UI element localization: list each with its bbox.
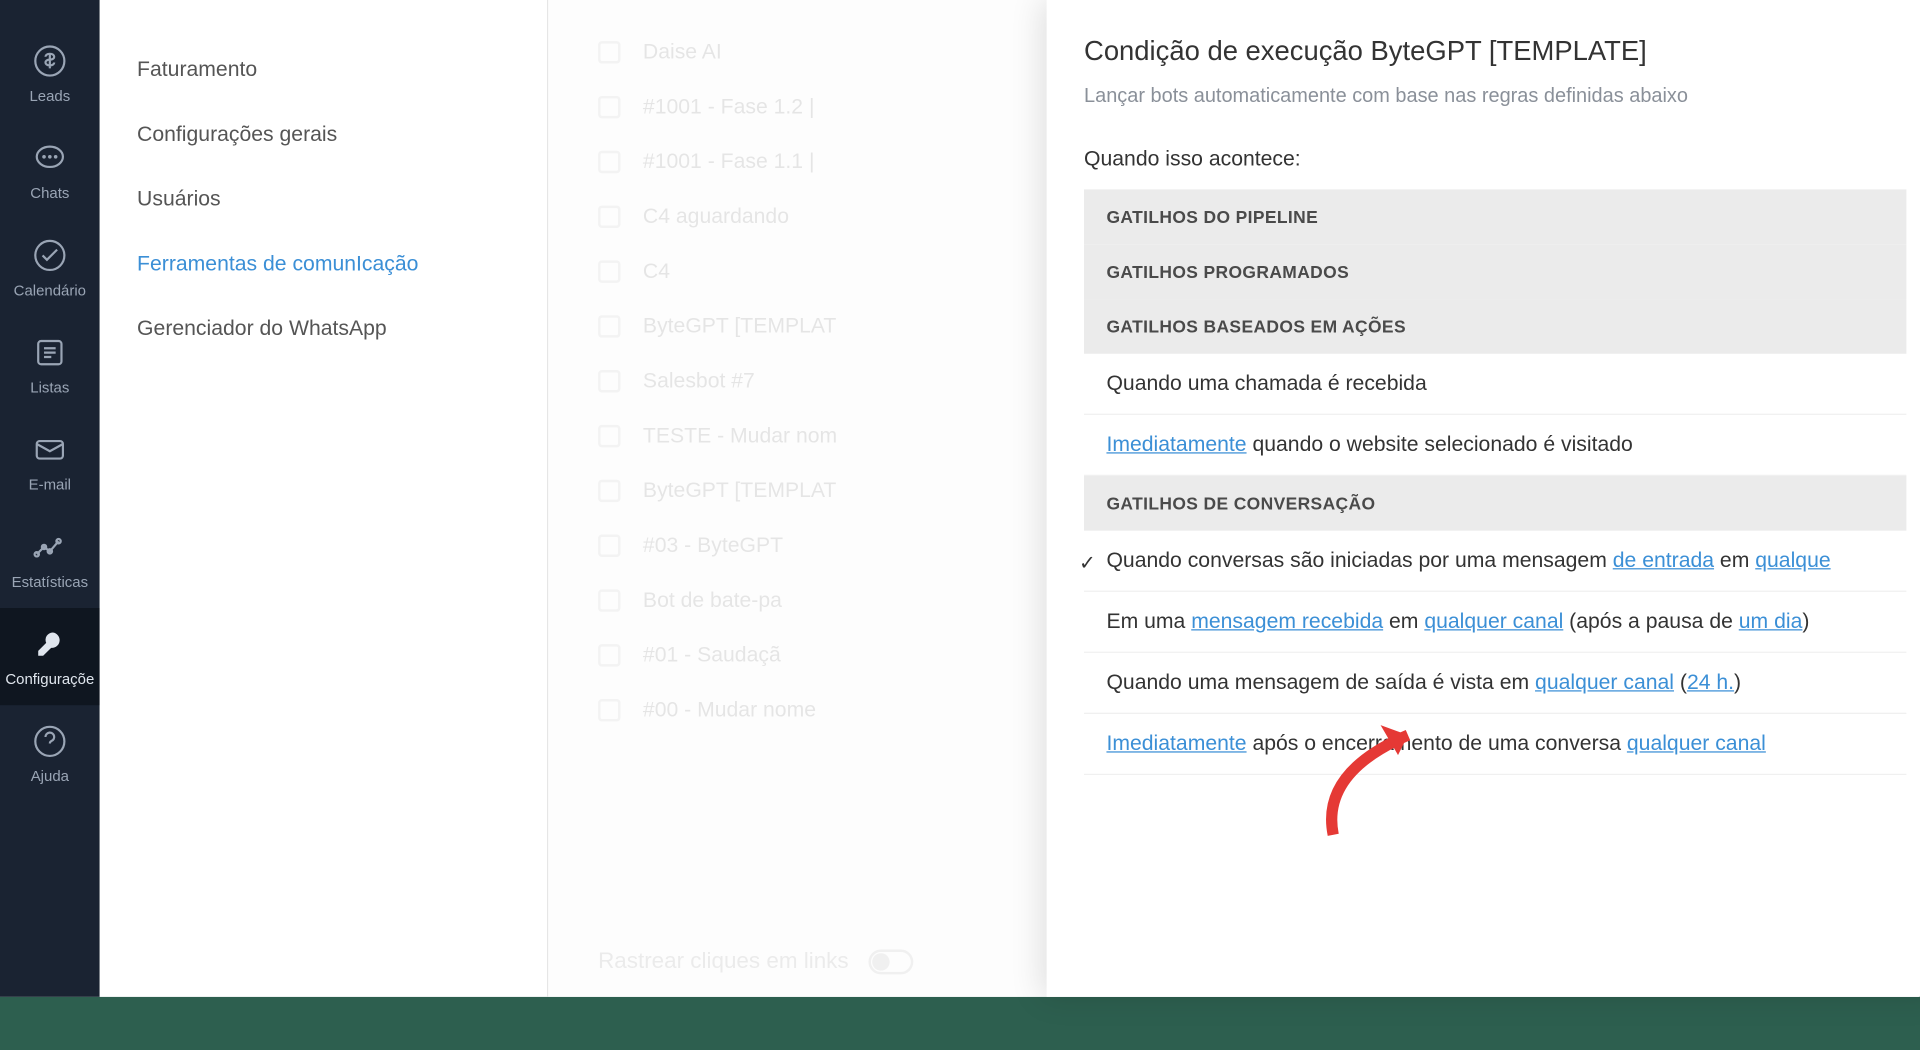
dollar-icon bbox=[31, 42, 68, 79]
settings-item-communication[interactable]: Ferramentas de comunIcação bbox=[100, 232, 547, 297]
list-icon bbox=[31, 334, 68, 371]
mail-icon bbox=[31, 431, 68, 468]
trigger-conversation-closed[interactable]: Imediatamente após o encerramento de uma… bbox=[1084, 714, 1906, 775]
settings-item-users[interactable]: Usuários bbox=[100, 167, 547, 232]
rail-label: Ajuda bbox=[31, 768, 69, 785]
rail-label: Configuraçõe bbox=[5, 670, 94, 687]
wrench-icon bbox=[31, 625, 68, 662]
rail-calendar[interactable]: Calendário bbox=[0, 219, 100, 316]
rail-chats[interactable]: Chats bbox=[0, 122, 100, 219]
main-content: Daise AI #1001 - Fase 1.2 | #1001 - Fase… bbox=[548, 0, 1919, 997]
chat-icon bbox=[31, 140, 68, 177]
link-any-channel-1[interactable]: qualque bbox=[1755, 548, 1830, 572]
trigger-message-received[interactable]: Em uma mensagem recebida em qualquer can… bbox=[1084, 592, 1906, 653]
trigger-conversation-started[interactable]: ✓ Quando conversas são iniciadas por uma… bbox=[1084, 531, 1906, 592]
rail-label: Listas bbox=[30, 379, 69, 396]
execution-condition-panel: Condição de execução ByteGPT [TEMPLATE] … bbox=[1047, 0, 1920, 997]
settings-item-whatsapp[interactable]: Gerenciador do WhatsApp bbox=[100, 297, 547, 362]
section-pipeline-triggers[interactable]: GATILHOS DO PIPELINE bbox=[1084, 189, 1906, 244]
rail-label: Estatísticas bbox=[12, 573, 88, 590]
checkmark-icon: ✓ bbox=[1079, 551, 1096, 576]
help-icon bbox=[31, 723, 68, 760]
trigger-outgoing-seen[interactable]: Quando uma mensagem de saída é vista em … bbox=[1084, 653, 1906, 714]
link-one-day[interactable]: um dia bbox=[1739, 609, 1803, 633]
rail-stats[interactable]: Estatísticas bbox=[0, 511, 100, 608]
rail-help[interactable]: Ajuda bbox=[0, 705, 100, 802]
settings-sidebar: Faturamento Configurações gerais Usuário… bbox=[100, 0, 549, 997]
stats-icon bbox=[31, 528, 68, 565]
link-message-received[interactable]: mensagem recebida bbox=[1191, 609, 1383, 633]
rail-lists[interactable]: Listas bbox=[0, 316, 100, 413]
settings-item-billing[interactable]: Faturamento bbox=[100, 37, 547, 102]
section-conversation-triggers[interactable]: GATILHOS DE CONVERSAÇÃO bbox=[1084, 476, 1906, 531]
link-immediately[interactable]: Imediatamente bbox=[1106, 432, 1246, 456]
link-incoming[interactable]: de entrada bbox=[1613, 548, 1714, 572]
trigger-website-visited[interactable]: Imediatamente quando o website seleciona… bbox=[1084, 415, 1906, 476]
section-scheduled-triggers[interactable]: GATILHOS PROGRAMADOS bbox=[1084, 244, 1906, 299]
link-any-channel-3[interactable]: qualquer canal bbox=[1535, 670, 1674, 694]
link-24h[interactable]: 24 h. bbox=[1687, 670, 1734, 694]
link-immediately-2[interactable]: Imediatamente bbox=[1106, 731, 1246, 755]
check-circle-icon bbox=[31, 237, 68, 274]
rail-leads[interactable]: Leads bbox=[0, 25, 100, 122]
rail-label: Chats bbox=[30, 184, 69, 201]
rail-label: Leads bbox=[29, 87, 70, 104]
trigger-call-received[interactable]: Quando uma chamada é recebida bbox=[1084, 354, 1906, 415]
panel-title: Condição de execução ByteGPT [TEMPLATE] bbox=[1084, 35, 1906, 67]
rail-email[interactable]: E-mail bbox=[0, 414, 100, 511]
when-label: Quando isso acontece: bbox=[1084, 147, 1906, 172]
settings-item-general[interactable]: Configurações gerais bbox=[100, 102, 547, 167]
rail-label: Calendário bbox=[14, 282, 86, 299]
rail-settings[interactable]: Configuraçõe bbox=[0, 608, 100, 705]
section-action-triggers[interactable]: GATILHOS BASEADOS EM AÇÕES bbox=[1084, 299, 1906, 354]
rail-label: E-mail bbox=[29, 476, 71, 493]
panel-subtitle: Lançar bots automaticamente com base nas… bbox=[1084, 82, 1782, 112]
nav-rail: Leads Chats Calendário Listas E-mail Est… bbox=[0, 0, 100, 997]
link-any-channel-4[interactable]: qualquer canal bbox=[1627, 731, 1766, 755]
link-any-channel-2[interactable]: qualquer canal bbox=[1424, 609, 1563, 633]
